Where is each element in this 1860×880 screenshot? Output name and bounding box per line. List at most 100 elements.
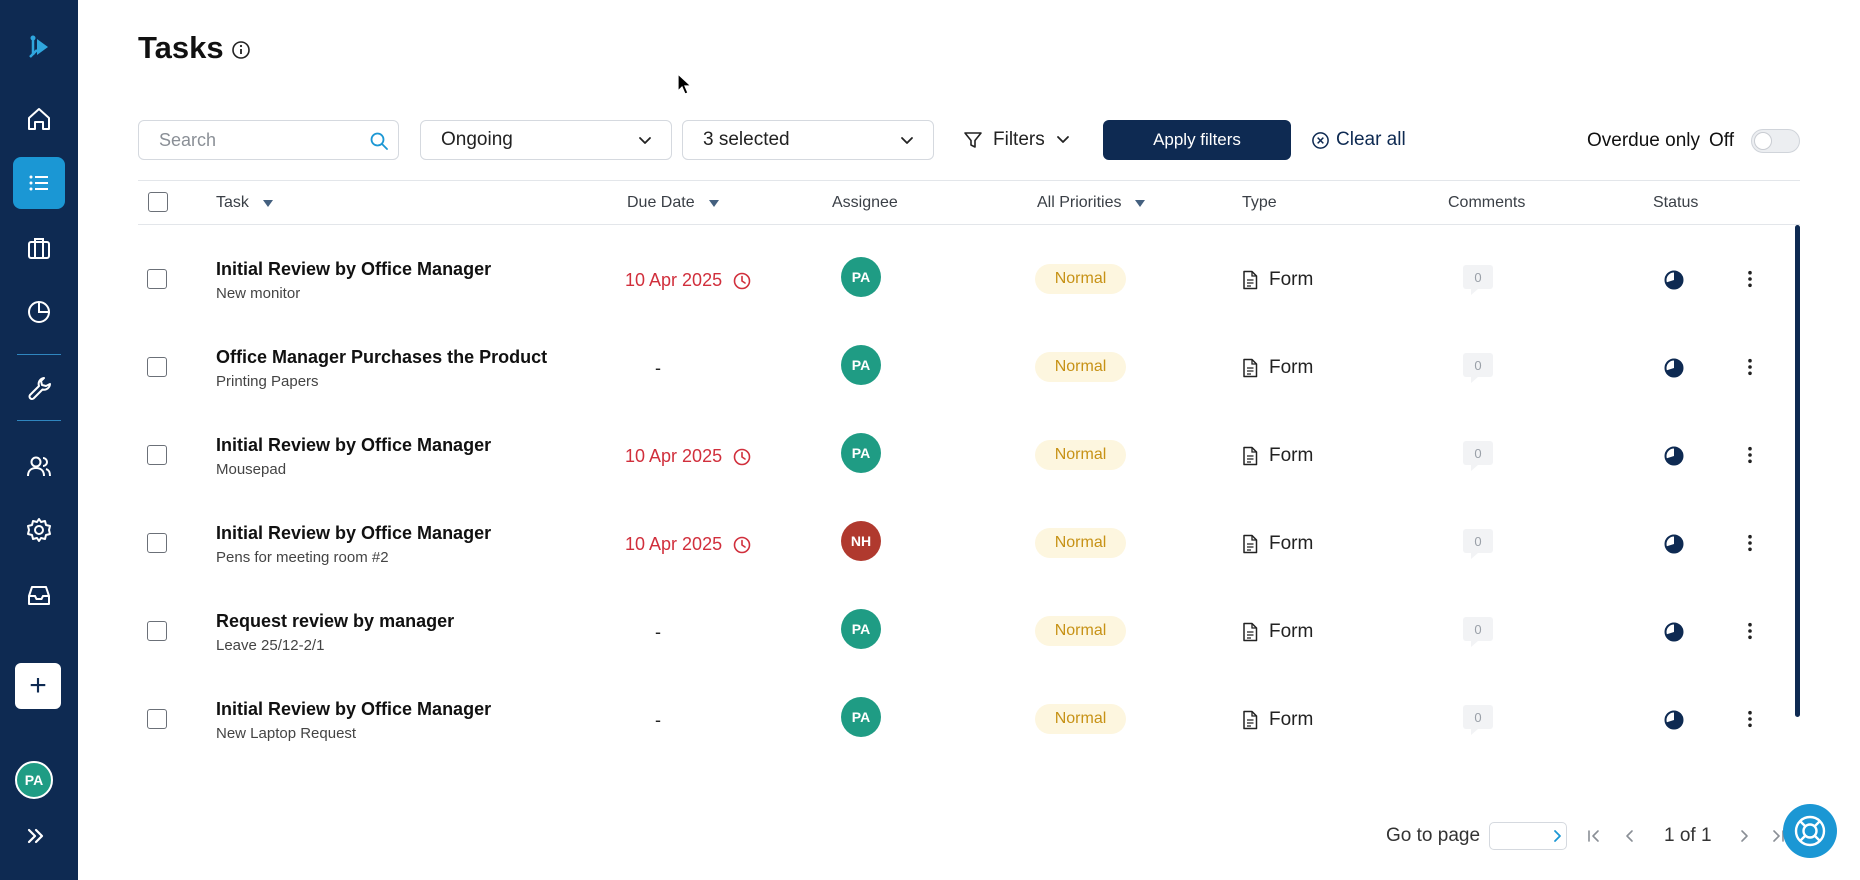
task-title[interactable]: Office Manager Purchases the Product [216, 347, 547, 368]
column-header-task[interactable]: Task [216, 194, 273, 212]
clear-all-label: Clear all [1336, 129, 1406, 150]
due-date-value: - [655, 358, 661, 378]
apply-filters-button[interactable]: Apply filters [1103, 120, 1291, 160]
more-options-button[interactable] [1738, 268, 1762, 290]
column-header-type: Type [1242, 194, 1277, 212]
table-row[interactable]: Initial Review by Office Manager New mon… [138, 225, 1800, 313]
toggle-knob [1754, 132, 1772, 150]
more-options-button[interactable] [1738, 356, 1762, 378]
user-avatar[interactable]: PA [15, 761, 53, 799]
logo-icon[interactable] [13, 20, 65, 72]
table-row[interactable]: Initial Review by Office Manager New Lap… [138, 665, 1800, 753]
table-row[interactable]: Office Manager Purchases the Product Pri… [138, 313, 1800, 401]
sidebar-item-inbox[interactable] [13, 569, 65, 621]
assignee-avatar[interactable]: PA [841, 609, 881, 649]
next-page-button[interactable] [1734, 826, 1754, 846]
assignee-avatar[interactable]: NH [841, 521, 881, 561]
task-title[interactable]: Initial Review by Office Manager [216, 259, 491, 280]
inbox-icon [28, 586, 50, 605]
column-label: Type [1242, 194, 1277, 211]
column-header-due-date[interactable]: Due Date [627, 194, 719, 212]
sidebar-item-tasks[interactable] [13, 157, 65, 209]
filters-button[interactable]: Filters [963, 120, 1071, 160]
status-select[interactable]: Ongoing [420, 120, 672, 160]
search-icon[interactable] [369, 131, 389, 151]
clear-all-button[interactable]: Clear all [1311, 120, 1406, 160]
page-title: Tasks [138, 30, 224, 65]
sidebar-item-tools[interactable] [13, 362, 65, 414]
row-checkbox[interactable] [147, 445, 167, 465]
row-checkbox[interactable] [147, 357, 167, 377]
sort-arrow-icon [1135, 199, 1146, 207]
help-button[interactable] [1783, 804, 1837, 858]
filter-icon [964, 132, 982, 148]
row-checkbox[interactable] [147, 621, 167, 641]
briefcase-icon [28, 238, 50, 259]
table-row[interactable]: Initial Review by Office Manager Pens fo… [138, 489, 1800, 577]
task-type-label: Form [1269, 709, 1314, 730]
task-title[interactable]: Initial Review by Office Manager [216, 435, 491, 456]
sidebar-item-home[interactable] [13, 93, 65, 145]
assignee-avatar[interactable]: PA [841, 433, 881, 473]
sidebar-item-settings[interactable] [13, 504, 65, 556]
select-all-checkbox[interactable] [148, 192, 168, 212]
table-scrollbar[interactable] [1795, 225, 1800, 717]
row-checkbox[interactable] [147, 533, 167, 553]
task-title[interactable]: Initial Review by Office Manager [216, 523, 491, 544]
assignee-avatar[interactable]: PA [841, 345, 881, 385]
table-row[interactable]: Initial Review by Office Manager Mousepa… [138, 401, 1800, 489]
column-label: Due Date [627, 194, 695, 211]
task-subtitle: Printing Papers [216, 373, 319, 390]
first-page-icon [1588, 830, 1599, 842]
more-options-button[interactable] [1738, 708, 1762, 730]
kebab-menu-icon [1748, 270, 1752, 288]
comments-count[interactable]: 0 [1463, 705, 1493, 735]
column-label: Assignee [832, 194, 898, 211]
search-input[interactable] [138, 120, 399, 160]
column-header-priority[interactable]: All Priorities [1037, 194, 1146, 212]
task-type: Form [1241, 445, 1313, 467]
home-icon [28, 108, 50, 130]
comments-count[interactable]: 0 [1463, 529, 1493, 559]
category-select[interactable]: 3 selected [682, 120, 934, 160]
more-options-button[interactable] [1738, 620, 1762, 642]
sidebar: + PA [0, 0, 78, 880]
overdue-only-toggle[interactable] [1751, 129, 1800, 153]
sidebar-item-cases[interactable] [13, 222, 65, 274]
row-checkbox[interactable] [147, 709, 167, 729]
comments-count[interactable]: 0 [1463, 265, 1493, 295]
comments-count[interactable]: 0 [1463, 617, 1493, 647]
more-options-button[interactable] [1738, 532, 1762, 554]
task-type: Form [1241, 709, 1313, 731]
table-row[interactable]: Request review by manager Leave 25/12-2/… [138, 577, 1800, 665]
comments-count[interactable]: 0 [1463, 441, 1493, 471]
lifebuoy-icon [1794, 815, 1826, 847]
info-icon[interactable] [231, 40, 251, 60]
clock-icon [733, 536, 751, 553]
add-button[interactable]: + [15, 663, 61, 709]
assignee-avatar[interactable]: PA [841, 697, 881, 737]
due-date: 10 Apr 2025 [625, 270, 752, 291]
task-title[interactable]: Request review by manager [216, 611, 454, 632]
row-checkbox[interactable] [147, 269, 167, 289]
kebab-menu-icon [1748, 710, 1752, 728]
sidebar-item-users[interactable] [13, 440, 65, 492]
more-options-button[interactable] [1738, 444, 1762, 466]
expand-sidebar-button[interactable] [22, 822, 50, 850]
status-progress-icon [1664, 710, 1684, 730]
due-date: 10 Apr 2025 [625, 446, 752, 467]
first-page-button[interactable] [1584, 826, 1604, 846]
chevron-right-icon[interactable] [1549, 828, 1565, 844]
due-date: - [655, 622, 661, 643]
priority-badge: Normal [1035, 528, 1126, 558]
sidebar-item-reports[interactable] [13, 286, 65, 338]
column-label: Comments [1448, 194, 1526, 211]
comments-count[interactable]: 0 [1463, 353, 1493, 383]
task-type-label: Form [1269, 357, 1314, 378]
expand-icon [27, 828, 44, 844]
status-progress-icon [1664, 534, 1684, 554]
assignee-avatar[interactable]: PA [841, 257, 881, 297]
task-title[interactable]: Initial Review by Office Manager [216, 699, 491, 720]
task-type: Form [1241, 533, 1313, 555]
previous-page-button[interactable] [1620, 826, 1640, 846]
